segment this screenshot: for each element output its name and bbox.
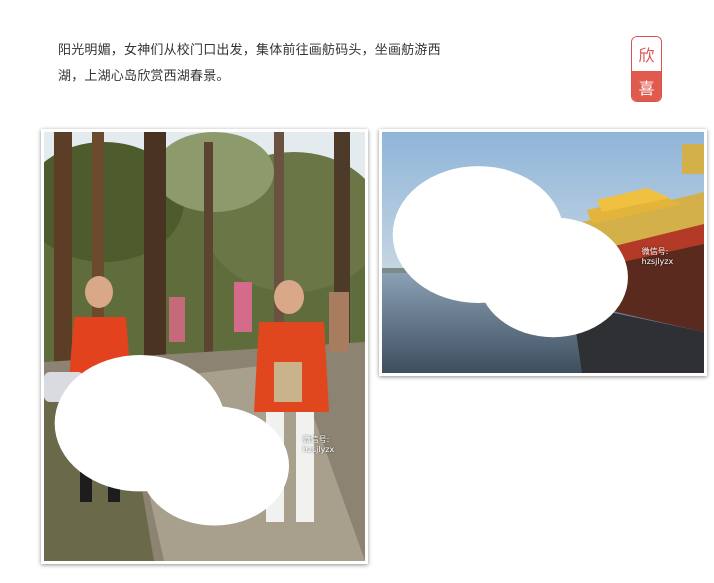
painted-boat-photo[interactable]: 微信号: hzsjlyzx	[379, 129, 707, 376]
group-walking-photo[interactable]: 微信号: hzsjlyzx	[41, 129, 368, 564]
caption-text: 阳光明媚，女神们从校门口出发，集体前往画舫码头，坐画舫游西 湖，上湖心岛欣赏西湖…	[58, 38, 478, 90]
watermark: 微信号: hzsjlyzx	[44, 338, 353, 551]
caption-line-1: 阳光明媚，女神们从校门口出发，集体前往画舫码头，坐画舫游西	[58, 43, 441, 58]
photo-image: 微信号: hzsjlyzx	[44, 132, 365, 561]
badge-bottom-char: 喜	[632, 71, 661, 101]
badge-top-char: 欣	[632, 37, 661, 71]
watermark: 微信号: hzsjlyzx	[382, 149, 692, 363]
article-section: 阳光明媚，女神们从校门口出发，集体前往画舫码头，坐画舫游西 湖，上湖心岛欣赏西湖…	[0, 0, 714, 583]
xinxi-badge: 欣 喜	[631, 36, 662, 102]
wechat-icon	[392, 166, 628, 338]
wechat-icon	[54, 354, 290, 526]
watermark-text: 微信号: hzsjlyzx	[302, 435, 335, 455]
watermark-text: 微信号: hzsjlyzx	[641, 247, 674, 267]
photo-image: 微信号: hzsjlyzx	[382, 132, 704, 373]
caption-line-2: 湖，上湖心岛欣赏西湖春景。	[58, 69, 230, 84]
